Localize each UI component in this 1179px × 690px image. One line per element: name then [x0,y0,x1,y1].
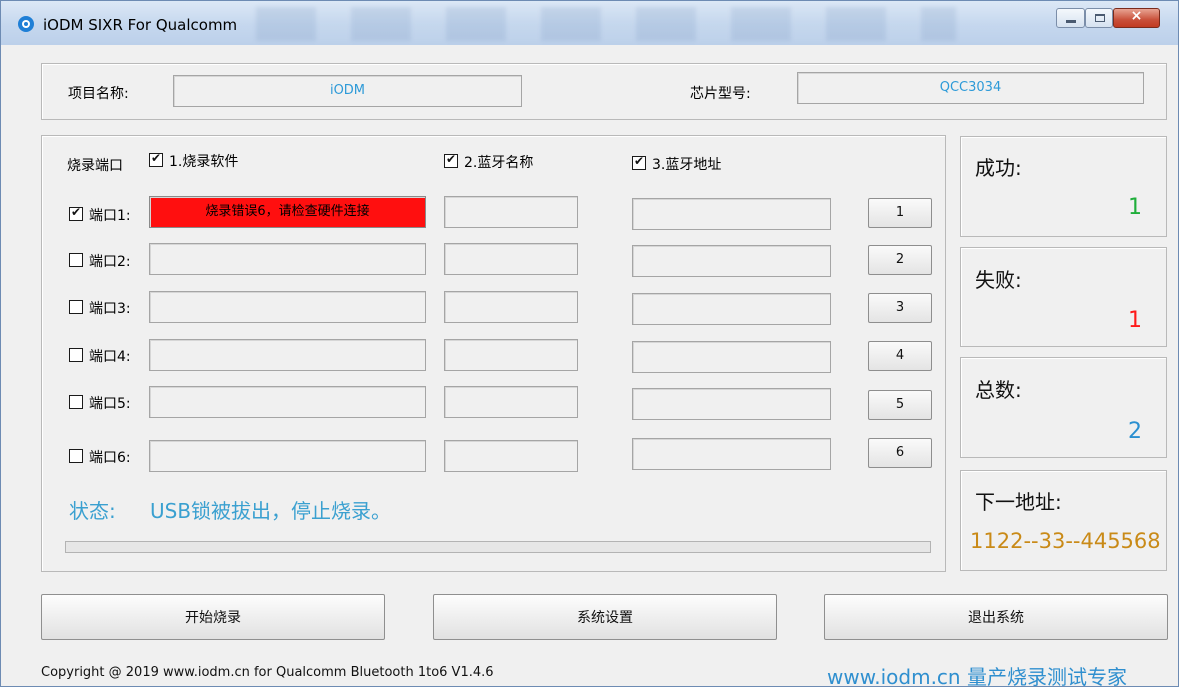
next-address-value: 1122--33--445568 [970,529,1161,553]
port-4-checkbox[interactable] [69,348,83,362]
total-count: 2 [1128,419,1142,444]
port-2-bt-address-field[interactable] [632,245,831,277]
port-6-bt-address-field[interactable] [632,438,831,470]
burn-port-header: 烧录端口 [67,158,123,174]
failure-label: 失败: [975,268,1022,292]
minimize-button[interactable] [1056,8,1085,28]
port-3-checkbox[interactable] [69,300,83,314]
port-6-button[interactable]: 6 [868,438,932,468]
port-1-label: 端口1: [89,208,131,224]
port-5-checkbox[interactable] [69,395,83,409]
port-2-button[interactable]: 2 [868,245,932,275]
port-4-bt-address-field[interactable] [632,341,831,373]
port-6-software-field[interactable] [149,440,426,472]
port-6-bt-name-field[interactable] [444,440,578,472]
progress-bar [65,541,931,553]
app-window: iODM SIXR For Qualcomm × 项目名称: iODM 芯片型号… [0,0,1179,689]
option-bt-name-checkbox[interactable] [444,152,458,168]
success-count: 1 [1128,195,1142,220]
port-2-software-field[interactable] [149,243,426,275]
copyright-text: Copyright @ 2019 www.iodm.cn for Qualcom… [41,665,494,680]
option-software-label: 1.烧录软件 [169,154,239,170]
port-5-button[interactable]: 5 [868,390,932,420]
option-bt-name-label: 2.蓝牙名称 [464,155,534,171]
next-address-panel: 下一地址: 1122--33--445568 [960,470,1167,571]
port-6-checkbox[interactable] [69,449,83,463]
status-label: 状态: [69,499,116,523]
window-title: iODM SIXR For Qualcomm [43,16,238,34]
port-5-label: 端口5: [89,396,131,412]
port-1-button[interactable]: 1 [868,198,932,228]
port-1-bt-address-field[interactable] [632,198,831,230]
option-software-checkbox[interactable] [149,151,163,167]
port-3-button[interactable]: 3 [868,293,932,323]
port-1-software-field[interactable]: 烧录错误6，请检查硬件连接 [149,196,426,228]
maximize-icon [1095,14,1105,22]
minimize-icon [1066,20,1076,23]
port-1-bt-name-field[interactable] [444,196,578,228]
chip-model-field[interactable]: QCC3034 [797,72,1144,104]
port-1-checkbox[interactable] [69,205,83,221]
chip-model-label: 芯片型号: [690,86,751,102]
port-2-bt-name-field[interactable] [444,243,578,275]
port-5-software-field[interactable] [149,386,426,418]
close-icon: × [1130,8,1143,24]
port-6-label: 端口6: [89,450,131,466]
port-2-label: 端口2: [89,254,131,270]
port-3-bt-address-field[interactable] [632,293,831,325]
port-4-bt-name-field[interactable] [444,339,578,371]
port-4-button[interactable]: 4 [868,341,932,371]
start-burn-button[interactable]: 开始烧录 [41,594,385,640]
failure-panel: 失败: 1 [960,247,1167,347]
option-bt-address-checkbox[interactable] [632,154,646,170]
port-5-bt-address-field[interactable] [632,388,831,420]
project-info-group: 项目名称: iODM 芯片型号: QCC3034 [41,63,1167,120]
maximize-button[interactable] [1085,8,1113,28]
port-2-checkbox[interactable] [69,253,83,267]
total-panel: 总数: 2 [960,357,1167,458]
port-4-software-field[interactable] [149,339,426,371]
port-3-software-field[interactable] [149,291,426,323]
failure-count: 1 [1128,308,1142,333]
title-bar[interactable]: iODM SIXR For Qualcomm × [1,1,1178,45]
footer-slogan: www.iodm.cn 量产烧录测试专家 [827,665,1127,689]
close-button[interactable]: × [1113,8,1160,28]
next-address-label: 下一地址: [975,490,1062,514]
app-logo-icon [18,16,34,32]
status-text: USB锁被拔出，停止烧录。 [150,499,392,523]
project-name-field[interactable]: iODM [173,75,522,107]
total-label: 总数: [975,378,1022,402]
system-settings-button[interactable]: 系统设置 [433,594,777,640]
success-label: 成功: [975,156,1022,180]
option-bt-address-label: 3.蓝牙地址 [652,157,722,173]
port-3-bt-name-field[interactable] [444,291,578,323]
port-5-bt-name-field[interactable] [444,386,578,418]
project-name-label: 项目名称: [68,86,129,102]
port-3-label: 端口3: [89,301,131,317]
exit-system-button[interactable]: 退出系统 [824,594,1168,640]
blurred-background [256,7,956,41]
port-4-label: 端口4: [89,349,131,365]
success-panel: 成功: 1 [960,136,1167,237]
